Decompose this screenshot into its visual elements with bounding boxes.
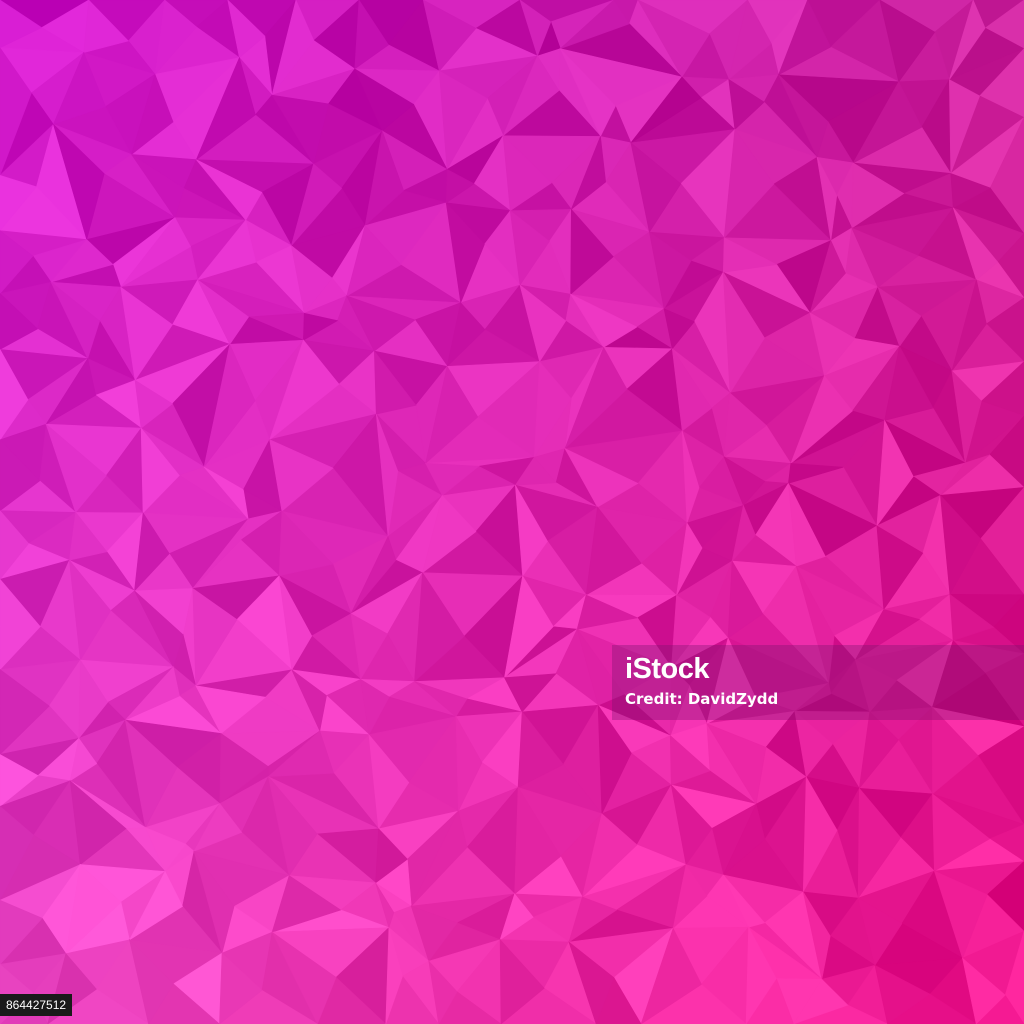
low-poly-triangle-pattern bbox=[0, 0, 1024, 1024]
photo-credit: Credit: DavidZydd bbox=[625, 690, 779, 708]
istock-logo: iStock bbox=[625, 653, 710, 685]
image-id-label: 864427512 bbox=[0, 994, 73, 1016]
watermark-overlay: iStock Credit: DavidZydd bbox=[612, 645, 1024, 720]
abstract-background bbox=[0, 0, 1024, 1024]
